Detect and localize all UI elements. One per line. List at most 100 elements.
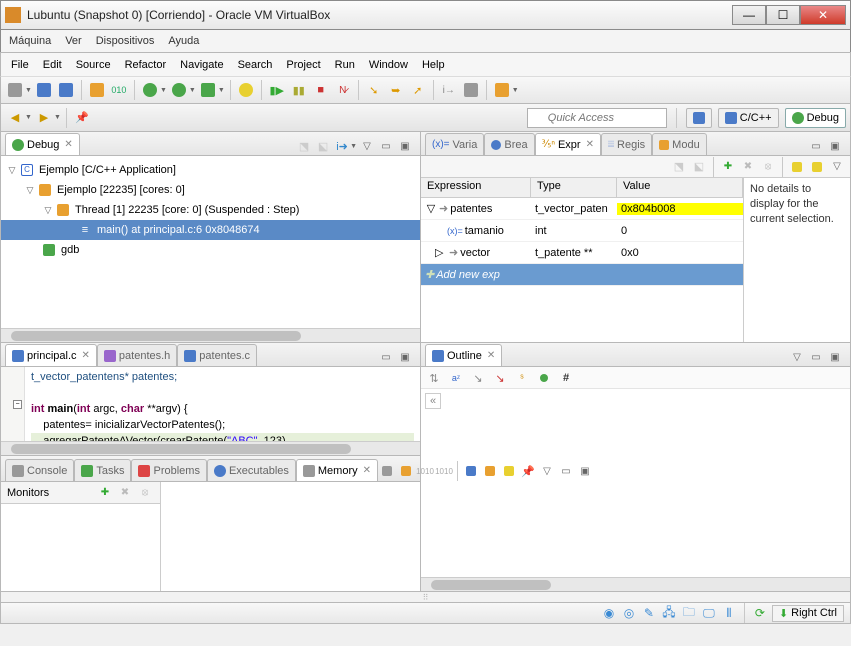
tab-problems[interactable]: Problems (131, 459, 206, 481)
build-button[interactable] (87, 80, 107, 100)
remove-all-monitors-button[interactable]: ⦻ (136, 484, 154, 502)
debug-toolbar-btn2[interactable]: ⬕ (314, 137, 332, 155)
tab-tasks[interactable]: Tasks (74, 459, 131, 481)
tab-modules[interactable]: Modu (652, 133, 707, 155)
col-expression[interactable]: Expression (421, 178, 531, 197)
tab-principal-c[interactable]: principal.c ✕ (5, 344, 97, 366)
tab-patentes-c[interactable]: patentes.c (177, 344, 257, 366)
step-return-button[interactable]: ➚ (408, 80, 428, 100)
quick-access-input[interactable] (527, 108, 667, 128)
disconnect-button[interactable]: N̷ (333, 80, 353, 100)
skip-breakpoints-button[interactable] (236, 80, 256, 100)
save-button[interactable] (34, 80, 54, 100)
expand-toggle[interactable]: ▽ (5, 165, 19, 176)
tab-close[interactable]: ✕ (586, 139, 594, 150)
mem-minimize[interactable]: ▭ (557, 462, 575, 480)
open-perspective-button[interactable] (686, 108, 712, 128)
hdd-icon[interactable]: ◉ (601, 605, 617, 621)
outline-filter-hash[interactable]: # (557, 369, 575, 387)
tab-debug[interactable]: Debug ✕ (5, 133, 80, 155)
tab-patentes-h[interactable]: patentes.h (97, 344, 177, 366)
mem-pin[interactable]: 📌 (519, 462, 537, 480)
tab-close[interactable]: ✕ (82, 350, 90, 361)
tab-debug-close[interactable]: ✕ (64, 139, 72, 150)
outline-sort-btn[interactable]: ⇅ (425, 369, 443, 387)
perspective-debug[interactable]: Debug (785, 108, 846, 128)
expr-row[interactable]: (x)=tamanio int 0 (421, 220, 743, 242)
outline-minimize[interactable]: ▭ (807, 348, 825, 366)
tree-row-app[interactable]: ▽ C Ejemplo [C/C++ Application] (1, 160, 420, 180)
expr-add-button[interactable]: ✚ (719, 158, 737, 176)
run-button[interactable] (169, 80, 189, 100)
close-button[interactable]: ✕ (800, 5, 846, 25)
build-all-button[interactable]: 010 (109, 80, 129, 100)
sash-handle[interactable]: ⠿ (0, 592, 851, 602)
expr-remove-button[interactable]: ✖ (739, 158, 757, 176)
menu-project[interactable]: Project (286, 59, 320, 71)
tab-outline[interactable]: Outline ✕ (425, 344, 502, 366)
debug-toolbar-btn3[interactable]: i➜ (333, 137, 351, 155)
tree-row-thread[interactable]: ▽ Thread [1] 22235 [core: 0] (Suspended … (1, 200, 420, 220)
code-editor[interactable]: − t_vector_patentens* patentes; int main… (1, 367, 420, 441)
nav-forward-button[interactable]: ▶ (34, 108, 54, 128)
tab-console[interactable]: Console (5, 459, 74, 481)
editor-maximize[interactable]: ▣ (396, 348, 414, 366)
host-key-indicator[interactable]: ⬇Right Ctrl (772, 605, 844, 622)
perspective-ccpp[interactable]: C/C++ (718, 108, 779, 128)
debug-toolbar-btn1[interactable]: ⬔ (295, 137, 313, 155)
menu-refactor[interactable]: Refactor (125, 59, 167, 71)
expr-row[interactable]: ▽➜patentes t_vector_paten 0x804b008 (421, 198, 743, 220)
nav-back-button[interactable]: ◀ (5, 108, 25, 128)
expr-collapse-button[interactable] (788, 158, 806, 176)
step-over-button[interactable]: ➥ (386, 80, 406, 100)
expr-refresh-button[interactable] (808, 158, 826, 176)
expand-toggle[interactable]: ▽ (41, 205, 55, 216)
mem-layout2[interactable] (481, 462, 499, 480)
editor-gutter[interactable]: − (1, 367, 25, 441)
menu-help[interactable]: Help (422, 59, 445, 71)
menu-dispositivos[interactable]: Dispositivos (96, 35, 155, 47)
mem-view-menu[interactable]: ▽ (538, 462, 556, 480)
tree-row-gdb[interactable]: gdb (1, 240, 420, 260)
new-button[interactable] (5, 80, 25, 100)
outline-filter-az[interactable]: aᶻ (447, 369, 465, 387)
tab-close[interactable]: ✕ (363, 465, 371, 476)
menu-search[interactable]: Search (238, 59, 273, 71)
menu-navigate[interactable]: Navigate (180, 59, 223, 71)
menu-ayuda[interactable]: Ayuda (168, 35, 199, 47)
tab-memory[interactable]: Memory✕ (296, 459, 378, 481)
menu-maquina[interactable]: Máquina (9, 35, 51, 47)
mem-maximize[interactable]: ▣ (576, 462, 594, 480)
debug-button[interactable] (140, 80, 160, 100)
outline-collapse-button[interactable]: « (425, 393, 441, 409)
expr-remove-all-button[interactable]: ⦻ (759, 158, 777, 176)
tab-executables[interactable]: Executables (207, 459, 296, 481)
tab-variables[interactable]: (x)=Varia (425, 133, 484, 155)
suspend-button[interactable]: ▮▮ (289, 80, 309, 100)
outline-filter-o[interactable] (535, 369, 553, 387)
mem-btn4[interactable]: 1010 (435, 462, 453, 480)
tab-close[interactable]: ✕ (487, 350, 495, 361)
menu-window[interactable]: Window (369, 59, 408, 71)
col-value[interactable]: Value (617, 178, 743, 197)
add-monitor-button[interactable]: ✚ (96, 484, 114, 502)
save-all-button[interactable] (56, 80, 76, 100)
vars-maximize[interactable]: ▣ (826, 137, 844, 155)
outline-filter-s[interactable]: ˢ (513, 369, 531, 387)
debug-hscroll[interactable] (1, 328, 420, 342)
tree-row-process[interactable]: ▽ Ejemplo [22235] [cores: 0] (1, 180, 420, 200)
drop-to-frame-button[interactable] (461, 80, 481, 100)
editor-hscroll[interactable] (1, 441, 420, 455)
tab-breakpoints[interactable]: Brea (484, 133, 534, 155)
mem-btn1[interactable] (378, 462, 396, 480)
debug-view-menu[interactable]: ▽ (358, 137, 376, 155)
usb-icon[interactable]: ✎ (641, 605, 657, 621)
resume-button[interactable]: ▮▶ (267, 80, 287, 100)
vars-minimize[interactable]: ▭ (807, 137, 825, 155)
maximize-button[interactable]: ☐ (766, 5, 800, 25)
outline-view-menu[interactable]: ▽ (788, 348, 806, 366)
tree-row-frame[interactable]: ≡ main() at principal.c:6 0x8048674 (1, 220, 420, 240)
outline-hscroll[interactable] (421, 577, 850, 591)
add-expression-row[interactable]: ✚Add new exp (421, 264, 743, 286)
optical-icon[interactable]: ◎ (621, 605, 637, 621)
